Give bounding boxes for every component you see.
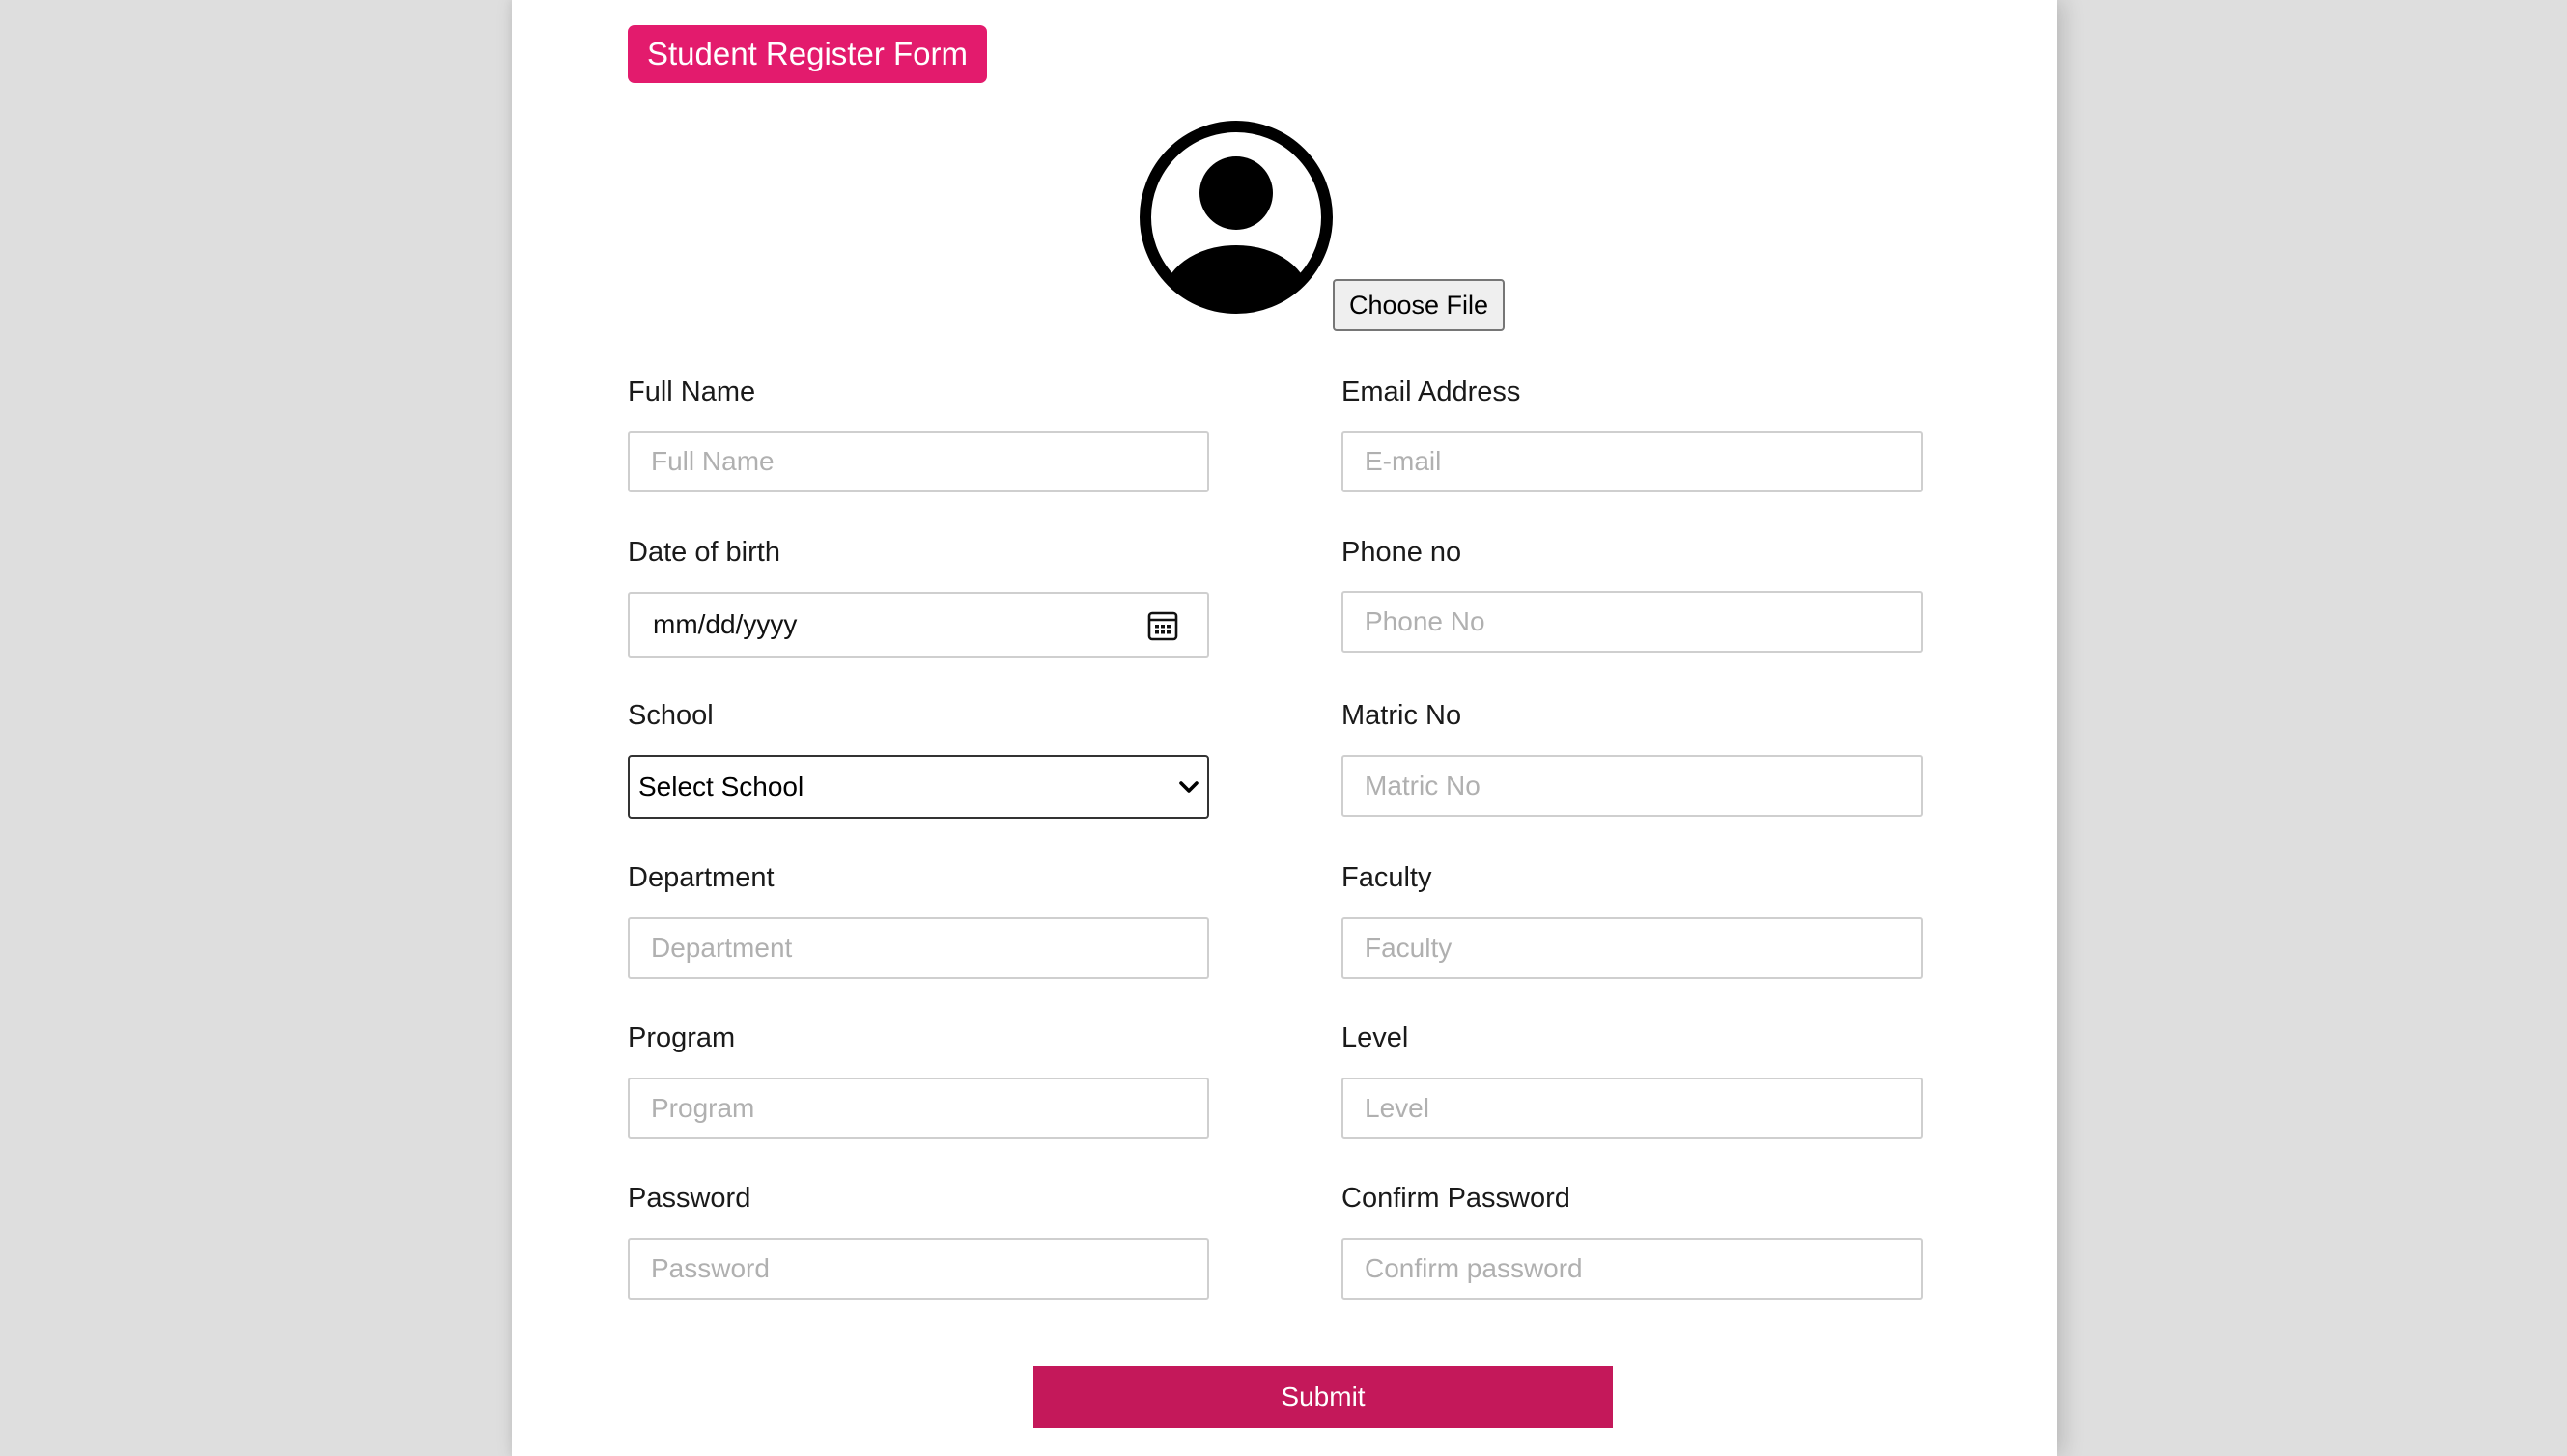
program-label: Program bbox=[628, 1022, 736, 1053]
form-title: Student Register Form bbox=[628, 25, 987, 83]
phone-input[interactable] bbox=[1341, 591, 1923, 653]
faculty-label: Faculty bbox=[1341, 862, 1432, 893]
email-input[interactable] bbox=[1341, 431, 1923, 492]
level-input[interactable] bbox=[1341, 1078, 1923, 1139]
school-label: School bbox=[628, 700, 714, 731]
email-label: Email Address bbox=[1341, 377, 1521, 407]
full-name-label: Full Name bbox=[628, 377, 756, 407]
password-label: Password bbox=[628, 1183, 751, 1214]
confirm-password-input[interactable] bbox=[1341, 1238, 1923, 1300]
department-input[interactable] bbox=[628, 917, 1209, 979]
chevron-down-icon bbox=[1179, 781, 1199, 793]
user-circle-icon[interactable] bbox=[1138, 119, 1335, 316]
date-of-birth-value: mm/dd/yyyy bbox=[653, 609, 798, 639]
date-of-birth-input[interactable]: mm/dd/yyyy bbox=[628, 592, 1209, 658]
choose-file-button[interactable]: Choose File bbox=[1333, 279, 1505, 331]
password-input[interactable] bbox=[628, 1238, 1209, 1300]
phone-label: Phone no bbox=[1341, 537, 1462, 568]
confirm-password-label: Confirm Password bbox=[1341, 1183, 1570, 1214]
full-name-input[interactable] bbox=[628, 431, 1209, 492]
faculty-input[interactable] bbox=[1341, 917, 1923, 979]
matric-no-label: Matric No bbox=[1341, 700, 1462, 731]
level-label: Level bbox=[1341, 1022, 1409, 1053]
date-of-birth-label: Date of birth bbox=[628, 537, 780, 568]
program-input[interactable] bbox=[628, 1078, 1209, 1139]
submit-button[interactable]: Submit bbox=[1033, 1366, 1613, 1428]
school-select[interactable]: Select School bbox=[628, 755, 1209, 819]
calendar-icon[interactable] bbox=[1147, 610, 1178, 641]
department-label: Department bbox=[628, 862, 775, 893]
matric-no-input[interactable] bbox=[1341, 755, 1923, 817]
school-select-value: Select School bbox=[638, 771, 804, 801]
